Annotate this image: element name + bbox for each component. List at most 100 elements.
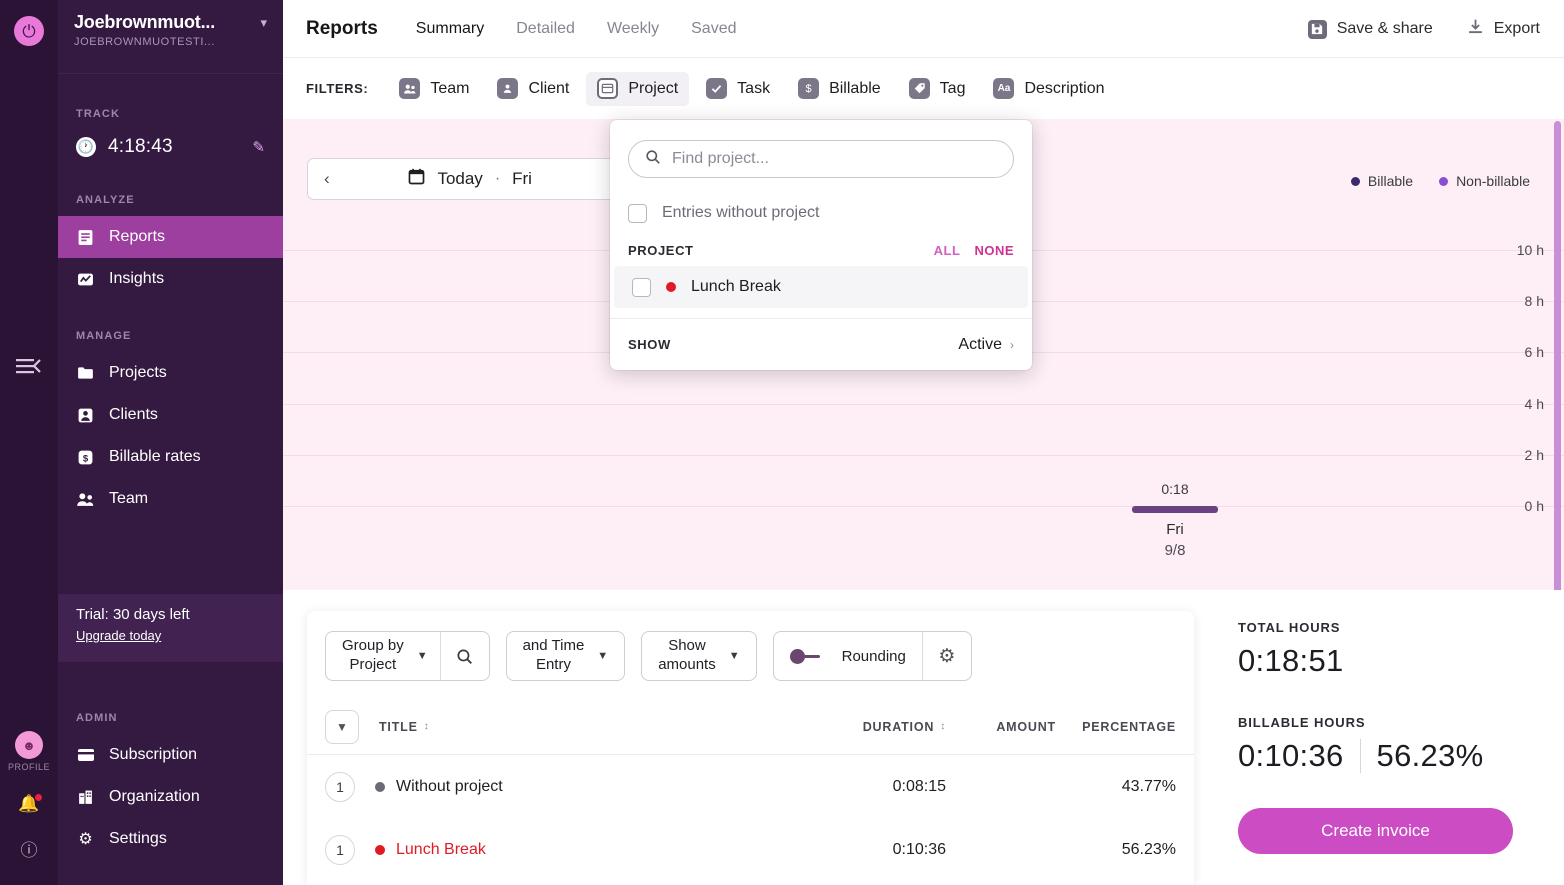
filter-tag[interactable]: Tag	[898, 72, 977, 106]
column-title[interactable]: TITLE ↕	[379, 720, 430, 734]
help-icon[interactable]: ⓘ	[21, 836, 38, 861]
column-label: PERCENTAGE	[1082, 720, 1176, 734]
toggle-off-icon[interactable]	[790, 647, 828, 666]
upgrade-link[interactable]: Upgrade today	[76, 628, 161, 643]
search-input[interactable]: Find project...	[628, 140, 1014, 178]
collapse-sidebar-icon[interactable]	[12, 352, 46, 380]
chart-bar[interactable]	[1132, 506, 1218, 513]
project-option-lunch-break[interactable]: Lunch Break	[614, 266, 1028, 308]
tab-saved[interactable]: Saved	[691, 20, 736, 38]
table-row[interactable]: 1 Lunch Break 0:10:36 56.23%	[307, 818, 1194, 881]
legend-item-billable[interactable]: Billable	[1351, 173, 1413, 189]
filter-team[interactable]: Team	[388, 72, 480, 106]
section-admin-label: ADMIN	[58, 712, 283, 724]
column-duration[interactable]: DURATION ↕	[796, 720, 946, 734]
tab-weekly[interactable]: Weekly	[607, 20, 659, 38]
sidebar-item-subscription[interactable]: Subscription	[58, 734, 283, 776]
row-percentage: 56.23%	[1056, 841, 1176, 859]
rounding-label: Rounding	[842, 648, 906, 665]
amounts-line2: amounts	[658, 656, 716, 673]
avatar[interactable]: ☻	[15, 731, 43, 759]
group-by-line1: Group by	[342, 637, 404, 654]
table-row[interactable]: 1 Without project 0:08:15 43.77%	[307, 755, 1194, 818]
bottom-section: Group by Project ▼ an	[283, 590, 1564, 885]
tab-summary[interactable]: Summary	[416, 20, 484, 38]
billable-hours-value: 0:10:36	[1238, 738, 1344, 774]
date-range-picker[interactable]: ‹ Today · Fri ✕	[307, 158, 642, 200]
row-title-text: Lunch Break	[396, 841, 486, 859]
subgroup-line1: and Time	[523, 637, 585, 654]
top-bar: Reports Summary Detailed Weekly Saved Sa…	[283, 0, 1564, 58]
sidebar-item-clients[interactable]: Clients	[58, 394, 283, 436]
task-check-icon	[706, 78, 727, 99]
row-count-badge: 1	[325, 772, 355, 802]
chevron-left-icon[interactable]: ‹	[324, 169, 330, 189]
checkbox[interactable]	[632, 278, 651, 297]
pencil-icon[interactable]: ✎	[252, 138, 265, 156]
show-filter-select[interactable]: Active ›	[958, 336, 1014, 354]
section-analyze-label: ANALYZE	[58, 194, 283, 206]
checkbox[interactable]	[628, 204, 647, 223]
save-and-share-button[interactable]: Save & share	[1308, 20, 1433, 39]
dropdown-search-wrap: Find project...	[610, 140, 1032, 178]
bell-icon[interactable]: 🔔	[18, 794, 39, 814]
org-switcher[interactable]: Joebrownmuot... ▾ JOEBROWNMUOTESTI...	[58, 0, 283, 74]
select-none-button[interactable]: NONE	[974, 243, 1014, 258]
filter-description[interactable]: Aa Description	[982, 72, 1115, 106]
vertical-scrollbar[interactable]	[1554, 121, 1561, 590]
sidebar-item-billable-rates[interactable]: $ Billable rates	[58, 436, 283, 478]
report-table-card: Group by Project ▼ an	[307, 611, 1194, 885]
group-by-select[interactable]: Group by Project ▼	[326, 637, 440, 675]
rounding-control: Rounding ⚙	[773, 631, 972, 681]
expand-all-button[interactable]: ▼	[325, 710, 359, 744]
gear-icon[interactable]: ⚙	[923, 645, 971, 668]
power-icon[interactable]: ⏻	[14, 16, 44, 46]
sidebar-item-organization[interactable]: Organization	[58, 776, 283, 818]
amounts-select[interactable]: Show amounts ▼	[642, 637, 755, 675]
project-option-label: Lunch Break	[691, 278, 781, 296]
project-color-dot	[375, 782, 385, 792]
export-button[interactable]: Export	[1467, 18, 1540, 40]
profile-group[interactable]: ☻ PROFILE	[8, 731, 50, 772]
subgroup-select[interactable]: and Time Entry ▼	[507, 637, 625, 675]
select-all-button[interactable]: ALL	[934, 243, 961, 258]
chevron-down-icon[interactable]: ▾	[260, 15, 267, 31]
tab-detailed[interactable]: Detailed	[516, 20, 575, 38]
org-name: Joebrownmuot...	[74, 12, 215, 33]
search-icon[interactable]	[441, 648, 489, 665]
filter-task[interactable]: Task	[695, 72, 781, 106]
filter-billable[interactable]: $ Billable	[787, 72, 892, 106]
y-tick-label: 0 h	[1525, 498, 1544, 514]
sidebar-item-label: Subscription	[109, 746, 197, 764]
filter-label: Task	[737, 80, 770, 98]
sidebar-item-team[interactable]: Team	[58, 478, 283, 520]
show-label: SHOW	[628, 337, 671, 352]
column-amount[interactable]: AMOUNT	[946, 720, 1056, 734]
billable-hours-block: BILLABLE HOURS 0:10:36 56.23%	[1238, 715, 1558, 774]
row-title[interactable]: Lunch Break	[375, 841, 486, 859]
sidebar-item-insights[interactable]: Insights	[58, 258, 283, 300]
legend-item-non-billable[interactable]: Non-billable	[1439, 173, 1530, 189]
legend-dot	[1351, 177, 1360, 186]
create-invoice-button[interactable]: Create invoice	[1238, 808, 1513, 854]
calendar-icon	[408, 168, 425, 190]
sidebar-item-projects[interactable]: Projects	[58, 352, 283, 394]
filter-client[interactable]: Client	[486, 72, 580, 106]
entries-without-project-row[interactable]: Entries without project	[610, 190, 1032, 236]
save-icon	[1308, 20, 1327, 39]
date-separator: ·	[495, 170, 500, 188]
chevron-down-icon: ▼	[729, 650, 740, 662]
row-title[interactable]: Without project	[375, 778, 503, 796]
rounding-toggle[interactable]: Rounding	[774, 647, 922, 666]
billable-hours-label: BILLABLE HOURS	[1238, 715, 1558, 730]
filter-project[interactable]: Project	[586, 72, 689, 106]
x-tick-date: 9/8	[1132, 542, 1218, 559]
section-manage-label: MANAGE	[58, 330, 283, 342]
column-percentage[interactable]: PERCENTAGE	[1056, 720, 1176, 734]
search-placeholder: Find project...	[672, 150, 769, 168]
sidebar-item-settings[interactable]: ⚙ Settings	[58, 818, 283, 860]
project-section-header: PROJECT ALL NONE	[610, 236, 1032, 264]
sidebar-item-reports[interactable]: Reports	[58, 216, 283, 258]
timer-row[interactable]: 🕐 4:18:43 ✎	[58, 136, 283, 158]
summary-panel: TOTAL HOURS 0:18:51 BILLABLE HOURS 0:10:…	[1238, 620, 1558, 854]
